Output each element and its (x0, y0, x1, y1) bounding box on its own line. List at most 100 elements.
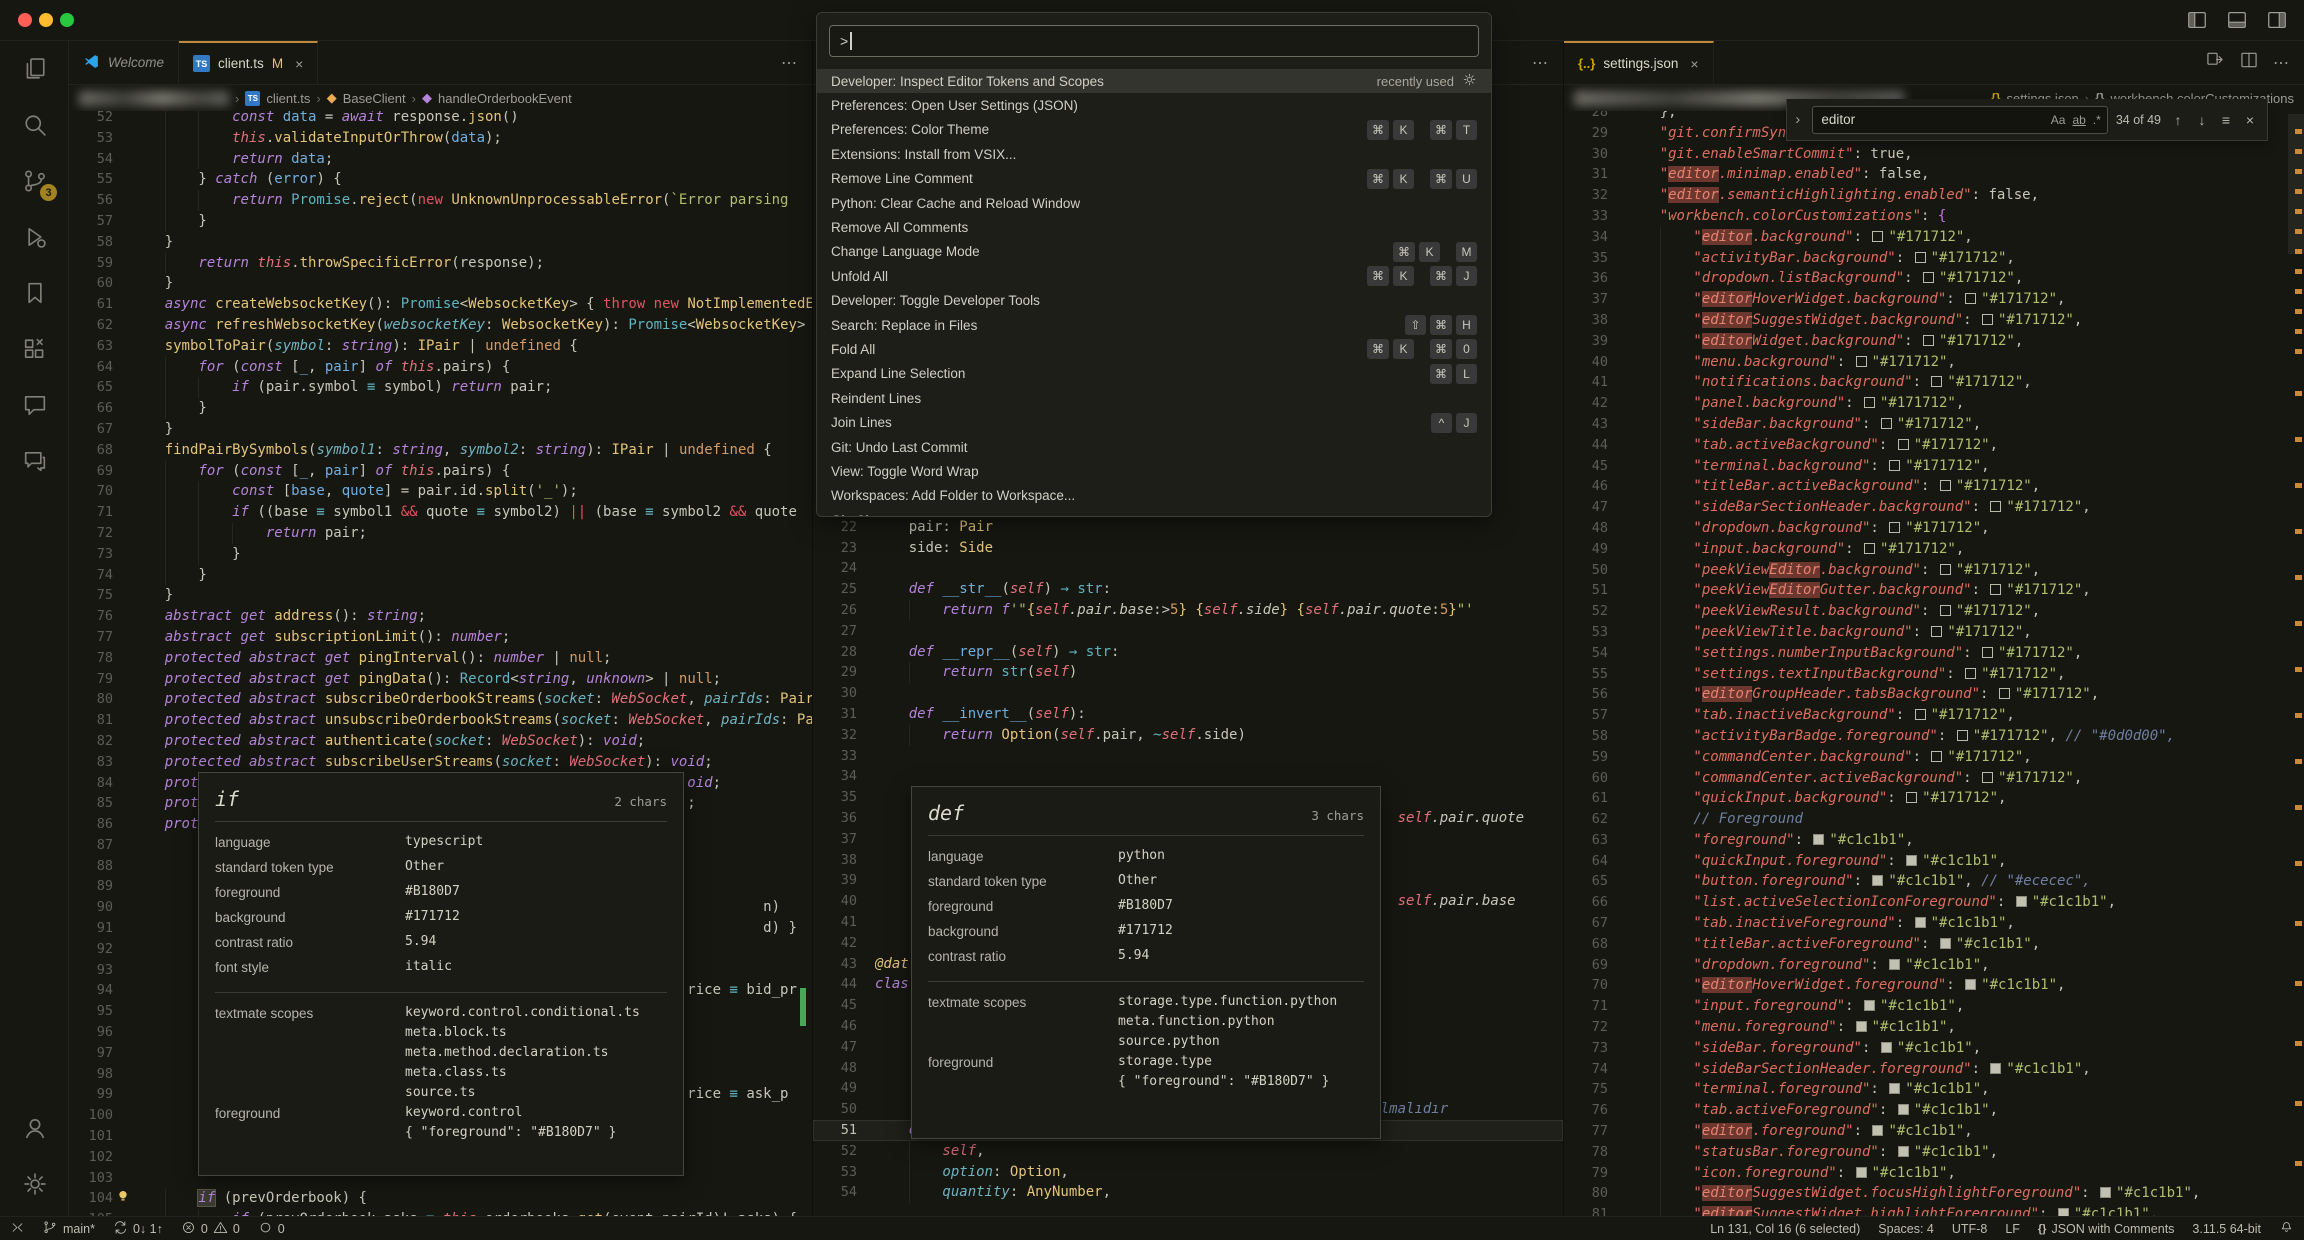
code-line[interactable]: 70 const [base, quote] = pair.id.split('… (69, 481, 812, 502)
code-line[interactable]: 26 return f'"{self.pair.base:>5} {self.s… (813, 600, 1563, 621)
status-bar-item[interactable]: 0 (258, 1220, 285, 1238)
layout-panel-icon[interactable] (2226, 9, 2248, 36)
layout-sidebar-right-icon[interactable] (2266, 9, 2288, 36)
code-line[interactable]: 78 "statusBar.foreground": "#c1c1b1", (1564, 1142, 2304, 1163)
lightbulb-icon[interactable] (115, 1188, 131, 1204)
activity-bar-item-chat[interactable] (0, 377, 69, 433)
code-line[interactable]: 23 side: Side (813, 538, 1563, 559)
code-line[interactable]: 33 (813, 746, 1563, 767)
palette-item[interactable]: Workspaces: Add Folder to Workspace... (817, 484, 1491, 508)
status-bar-item[interactable] (10, 1220, 25, 1238)
code-line[interactable]: 61 "quickInput.background": "#171712", (1564, 788, 2304, 809)
code-line[interactable]: 73 "sideBar.foreground": "#c1c1b1", (1564, 1038, 2304, 1059)
find-in-selection-icon[interactable]: ≡ (2217, 112, 2235, 128)
code-line[interactable]: 78 protected abstract get pingInterval()… (69, 648, 812, 669)
code-line[interactable]: 59 return this.throwSpecificError(respon… (69, 253, 812, 274)
more-actions-icon[interactable]: ⋯ (2273, 53, 2290, 73)
palette-item[interactable]: Reindent Lines (817, 386, 1491, 410)
code-line[interactable]: 80 protected abstract subscribeOrderbook… (69, 689, 812, 710)
find-toggles[interactable]: Aaab.* (2051, 113, 2101, 127)
code-line[interactable]: 65 "button.foreground": "#c1c1b1", // "#… (1564, 871, 2304, 892)
code-line[interactable]: 66 } (69, 398, 812, 419)
palette-item[interactable]: View: Toggle Word Wrap (817, 459, 1491, 483)
tab-Welcome[interactable]: Welcome (69, 41, 179, 84)
activity-bar-item-gear[interactable] (0, 1156, 69, 1212)
activity-bar-item-run-debug[interactable] (0, 209, 69, 265)
code-line[interactable]: 31 "editor.minimap.enabled": false, (1564, 164, 2304, 185)
code-line[interactable]: 79 "icon.foreground": "#c1c1b1", (1564, 1163, 2304, 1184)
activity-bar-item-search[interactable] (0, 97, 69, 153)
open-changes-icon[interactable] (2205, 50, 2225, 75)
activity-bar-item-files[interactable] (0, 41, 69, 97)
command-palette[interactable]: > Developer: Inspect Editor Tokens and S… (816, 12, 1492, 517)
palette-item[interactable]: Preferences: Open User Settings (JSON) (817, 93, 1491, 117)
status-bar-item[interactable]: {}JSON with Comments (2038, 1222, 2175, 1236)
code-line[interactable]: 77 "editor.foreground": "#c1c1b1", (1564, 1121, 2304, 1142)
code-line[interactable]: 39 "editorWidget.background": "#171712", (1564, 331, 2304, 352)
code-line[interactable]: 42 "panel.background": "#171712", (1564, 393, 2304, 414)
tab-close-icon[interactable]: × (295, 56, 303, 72)
code-line[interactable]: 55 "settings.textInputBackground": "#171… (1564, 664, 2304, 685)
code-line[interactable]: 52 "peekViewResult.background": "#171712… (1564, 601, 2304, 622)
code-line[interactable]: 43 "sideBar.background": "#171712", (1564, 414, 2304, 435)
code-line[interactable]: 65 if (pair.symbol ≡ symbol) return pair… (69, 377, 812, 398)
code-line[interactable]: 41 "notifications.background": "#171712"… (1564, 372, 2304, 393)
code-line[interactable]: 51 "peekViewEditorGutter.background": "#… (1564, 580, 2304, 601)
code-line[interactable]: 76 "tab.activeForeground": "#c1c1b1", (1564, 1100, 2304, 1121)
editor-actions[interactable]: ⋯ (1532, 41, 1563, 84)
next-match-icon[interactable]: ↓ (2193, 112, 2211, 128)
code-line[interactable]: 57 } (69, 211, 812, 232)
code-line[interactable]: 30 (813, 683, 1563, 704)
code-line[interactable]: 64 "quickInput.foreground": "#c1c1b1", (1564, 851, 2304, 872)
code-line[interactable]: 60 "commandCenter.activeBackground": "#1… (1564, 768, 2304, 789)
activity-bar-item-bookmark[interactable] (0, 265, 69, 321)
code-line[interactable]: 73 } (69, 544, 812, 565)
code-line[interactable]: 28 def __repr__(self) → str: (813, 642, 1563, 663)
palette-item[interactable]: Developer: Toggle Developer Tools (817, 289, 1491, 313)
code-line[interactable]: 82 protected abstract authenticate(socke… (69, 731, 812, 752)
previous-match-icon[interactable]: ↑ (2169, 112, 2187, 128)
code-line[interactable]: 53 option: Option, (813, 1162, 1563, 1183)
code-line[interactable]: 37 "editorHoverWidget.background": "#171… (1564, 289, 2304, 310)
code-line[interactable]: 31 def __invert__(self): (813, 704, 1563, 725)
code-line[interactable]: 32 return Option(self.pair, ~self.side) (813, 725, 1563, 746)
code-line[interactable]: 66 "list.activeSelectionIconForeground":… (1564, 892, 2304, 913)
status-bar-item[interactable]: 00 (181, 1220, 240, 1238)
code-line[interactable]: 81 "editorSuggestWidget.highlightForegro… (1564, 1204, 2304, 1216)
palette-item[interactable]: Expand Line Selection⌘L (817, 362, 1491, 386)
code-line[interactable]: 36 "dropdown.listBackground": "#171712", (1564, 268, 2304, 289)
code-line[interactable]: 63 symbolToPair(symbol: string): IPair |… (69, 336, 812, 357)
code-line[interactable]: 80 "editorSuggestWidget.focusHighlightFo… (1564, 1183, 2304, 1204)
find-widget[interactable]: › editor Aaab.* 34 of 49 ↑↓≡× (1786, 99, 2268, 141)
code-line[interactable]: 74 "sideBarSectionHeader.foreground": "#… (1564, 1059, 2304, 1080)
code-line[interactable]: 54 quantity: AnyNumber, (813, 1182, 1563, 1203)
status-bar-item[interactable]: 0↓ 1↑ (113, 1220, 163, 1238)
code-line[interactable]: 58 } (69, 232, 812, 253)
breadcrumb-item[interactable]: BaseClient (343, 91, 406, 106)
tab-settings-json[interactable]: {..}settings.json× (1564, 41, 1714, 84)
status-bar-item[interactable]: main* (43, 1220, 95, 1238)
code-area[interactable]: 28 },29 "git.confirmSync"30 "git.enableS… (1564, 111, 2304, 1216)
code-line[interactable]: 77 abstract get subscriptionLimit(): num… (69, 627, 812, 648)
palette-item[interactable]: Extensions: Install from VSIX... (817, 142, 1491, 166)
palette-item[interactable]: Git: Undo Last Commit (817, 435, 1491, 459)
code-line[interactable]: 57 "tab.inactiveBackground": "#171712", (1564, 705, 2304, 726)
palette-item[interactable]: Fold All⌘K⌘0 (817, 337, 1491, 361)
code-line[interactable]: 62 // Foreground (1564, 809, 2304, 830)
code-line[interactable]: 48 "dropdown.background": "#171712", (1564, 518, 2304, 539)
code-line[interactable]: 30 "git.enableSmartCommit": true, (1564, 144, 2304, 165)
editor-actions[interactable]: ⋯ (781, 41, 812, 84)
code-line[interactable]: 67 "tab.inactiveForeground": "#c1c1b1", (1564, 913, 2304, 934)
whole-word-icon[interactable]: ab (2072, 113, 2085, 127)
code-line[interactable]: 54 "settings.numberInputBackground": "#1… (1564, 643, 2304, 664)
gear-icon[interactable] (1462, 72, 1477, 90)
minimize-window-button[interactable] (39, 13, 53, 27)
status-bar-item[interactable] (2279, 1220, 2294, 1238)
code-line[interactable]: 50 "peekViewEditor.background": "#171712… (1564, 560, 2304, 581)
palette-item[interactable]: Python: Clear Cache and Reload Window (817, 191, 1491, 215)
code-line[interactable]: 25 def __str__(self) → str: (813, 579, 1563, 600)
code-line[interactable]: 40 "menu.background": "#171712", (1564, 352, 2304, 373)
more-actions-icon[interactable]: ⋯ (1532, 53, 1549, 73)
split-icon[interactable] (2239, 50, 2259, 75)
palette-item[interactable]: Remove All Comments (817, 215, 1491, 239)
